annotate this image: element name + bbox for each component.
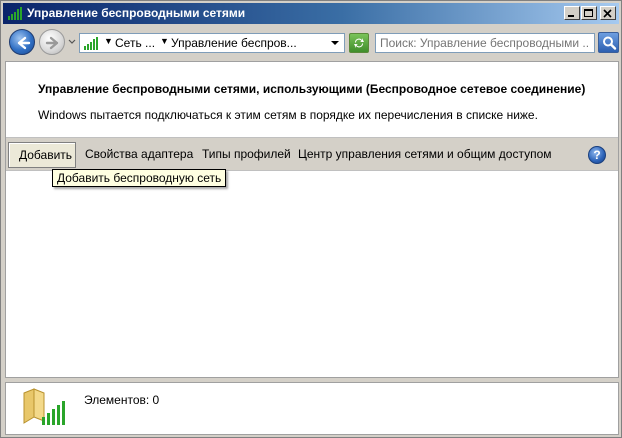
page-description: Windows пытается подключаться к этим сет… — [38, 108, 538, 122]
help-icon: ? — [593, 148, 601, 162]
chevron-down-icon[interactable] — [67, 37, 77, 47]
arrow-right-icon — [45, 36, 59, 50]
add-network-button[interactable]: Добавить — [8, 142, 76, 168]
minimize-icon — [568, 15, 574, 17]
refresh-icon — [354, 38, 364, 48]
address-dropdown-icon[interactable] — [328, 36, 342, 50]
back-button[interactable] — [9, 29, 35, 55]
network-list[interactable] — [6, 172, 618, 377]
maximize-icon — [584, 9, 593, 17]
maximize-button[interactable] — [581, 6, 597, 20]
command-bar: Добавить Свойства адаптера Типы профилей… — [6, 137, 618, 171]
add-network-label: Добавить — [19, 148, 73, 162]
search-icon — [603, 36, 617, 50]
add-network-tooltip: Добавить беспроводную сеть — [52, 169, 227, 187]
help-button[interactable]: ? — [588, 146, 606, 164]
breadcrumb-separator-icon[interactable]: ▼ — [104, 36, 113, 46]
search-field[interactable] — [375, 33, 595, 53]
address-field[interactable]: ▼ Сеть ... ▼ Управление беспров... — [79, 33, 345, 53]
window-title: Управление беспроводными сетями — [27, 6, 246, 20]
refresh-button[interactable] — [349, 33, 369, 53]
search-input[interactable] — [380, 36, 590, 50]
close-button[interactable] — [600, 6, 616, 20]
breadcrumb-wireless[interactable]: Управление беспров... — [171, 36, 297, 50]
wireless-network-icon — [8, 7, 22, 20]
forward-button[interactable] — [39, 29, 65, 55]
main-content: Управление беспроводными сетями, использ… — [5, 61, 619, 378]
navigation-bar: ▼ Сеть ... ▼ Управление беспров... — [3, 25, 619, 59]
wireless-folder-icon — [23, 388, 65, 425]
minimize-button[interactable] — [564, 6, 580, 20]
close-icon — [603, 9, 612, 18]
wireless-network-icon — [84, 37, 98, 50]
breadcrumb-separator-icon[interactable]: ▼ — [160, 36, 169, 46]
profile-types-button[interactable]: Типы профилей — [202, 147, 291, 161]
items-count: Элементов: 0 — [84, 393, 160, 407]
details-pane: Элементов: 0 — [5, 382, 619, 435]
arrow-left-icon — [17, 36, 31, 50]
title-bar[interactable]: Управление беспроводными сетями — [3, 3, 619, 24]
adapter-properties-button[interactable]: Свойства адаптера — [85, 147, 193, 161]
network-center-button[interactable]: Центр управления сетями и общим доступом — [298, 147, 552, 161]
breadcrumb-network[interactable]: Сеть ... — [115, 36, 155, 50]
page-heading: Управление беспроводными сетями, использ… — [38, 82, 586, 96]
explorer-window: Управление беспроводными сетями ▼ Сеть .… — [0, 0, 622, 438]
search-button[interactable] — [598, 32, 619, 53]
